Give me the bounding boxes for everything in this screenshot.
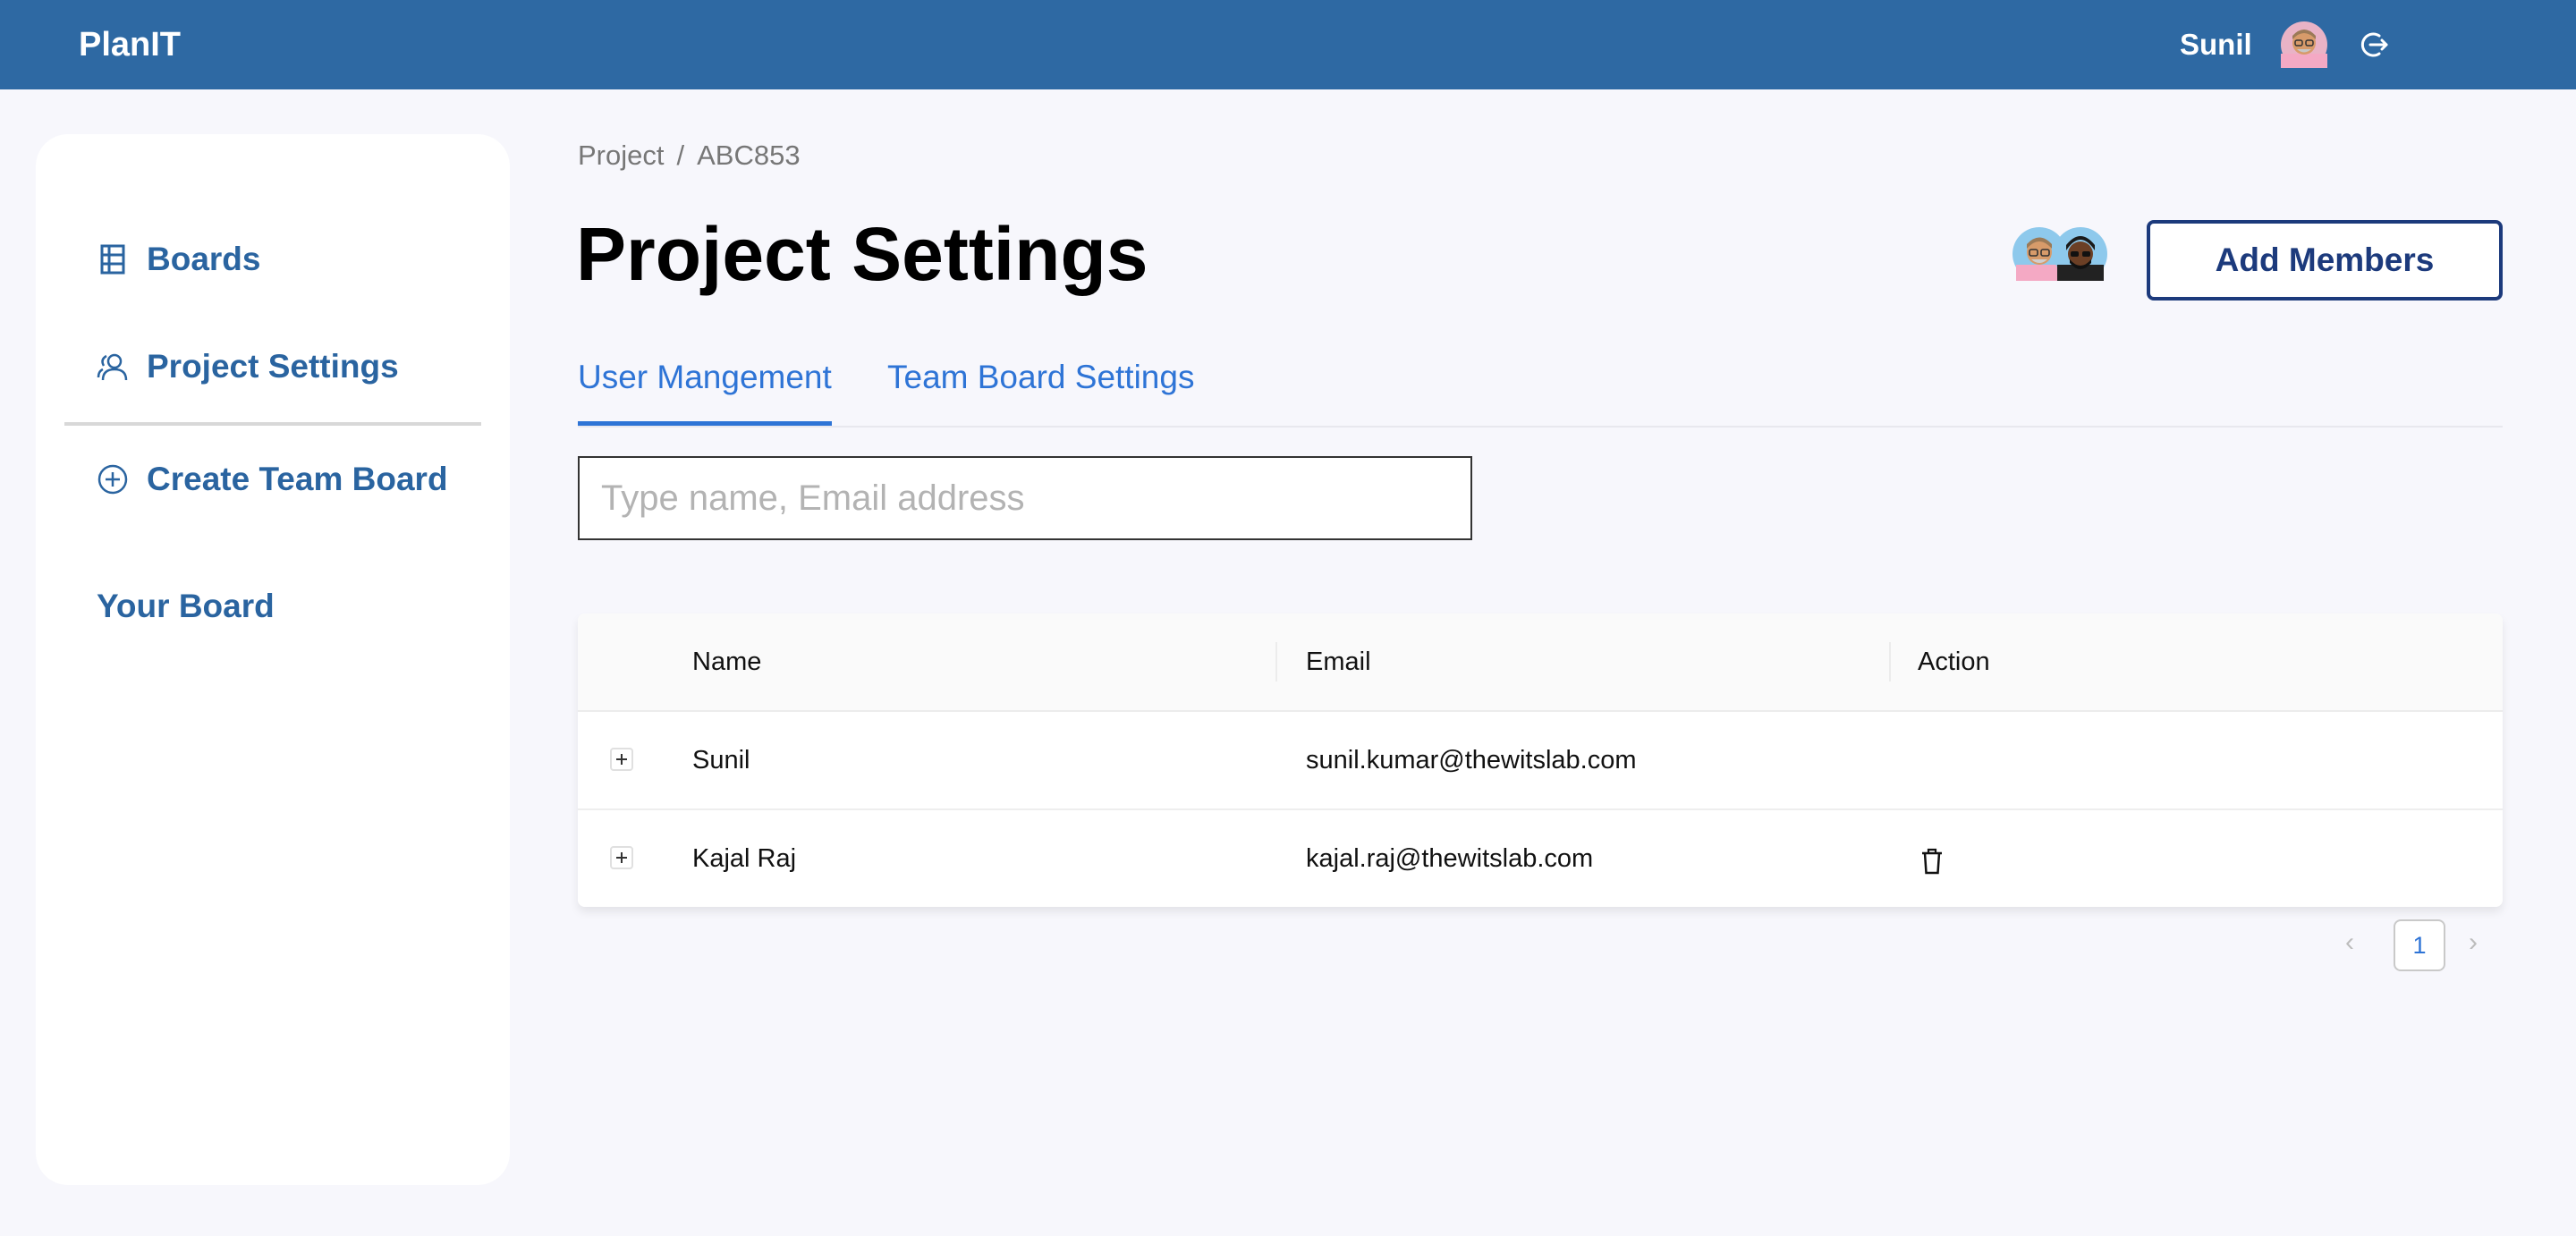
- member-search-input[interactable]: [578, 456, 1472, 540]
- pagination-page-button[interactable]: 1: [2394, 919, 2445, 971]
- table-row: Kajal Raj kajal.raj@thewitslab.com: [578, 810, 2503, 907]
- add-members-button[interactable]: Add Members: [2147, 220, 2503, 301]
- settings-tabs: User Mangement Team Board Settings: [578, 349, 2503, 428]
- table-row: Sunil sunil.kumar@thewitslab.com: [578, 712, 2503, 810]
- sidebar-section-your-board: Your Board: [97, 588, 275, 624]
- column-divider: [1889, 642, 1891, 681]
- member-name: Sunil: [692, 746, 750, 775]
- member-email: kajal.raj@thewitslab.com: [1306, 844, 1594, 873]
- table-header: Name Email Action: [578, 614, 2503, 712]
- app-logo[interactable]: PlanIT: [79, 21, 181, 68]
- page-title: Project Settings: [576, 212, 1148, 296]
- column-header-email: Email: [1306, 648, 1371, 676]
- breadcrumb: Project / ABC853: [578, 136, 801, 175]
- current-user-name: Sunil: [2180, 28, 2252, 61]
- column-divider: [1275, 642, 1277, 681]
- tab-user-management[interactable]: User Mangement: [578, 349, 832, 426]
- members-table: Name Email Action Sunil sunil.kumar@thew…: [578, 614, 2503, 907]
- member-avatar: [2054, 227, 2107, 281]
- member-name: Kajal Raj: [692, 844, 797, 873]
- top-bar: PlanIT Sunil: [0, 0, 2576, 89]
- board-grid-icon: [100, 244, 125, 275]
- sidebar-item-project-settings[interactable]: Project Settings: [97, 342, 399, 392]
- column-header-name: Name: [692, 648, 762, 676]
- plus-circle-icon: [97, 464, 128, 495]
- expand-row-icon[interactable]: [610, 846, 633, 869]
- sidebar-item-create-team-board[interactable]: Create Team Board: [97, 454, 448, 504]
- sidebar-item-boards[interactable]: Boards: [97, 234, 260, 284]
- column-header-action: Action: [1918, 648, 1990, 676]
- breadcrumb-separator: /: [676, 140, 685, 171]
- project-members-avatars[interactable]: [2012, 227, 2111, 284]
- breadcrumb-root[interactable]: Project: [578, 140, 664, 171]
- expand-row-icon[interactable]: [610, 748, 633, 771]
- member-email: sunil.kumar@thewitslab.com: [1306, 746, 1637, 775]
- user-avatar[interactable]: [2281, 21, 2327, 68]
- breadcrumb-current: ABC853: [697, 140, 801, 171]
- users-icon: [97, 353, 128, 381]
- tab-team-board-settings[interactable]: Team Board Settings: [887, 349, 1194, 424]
- sidebar-item-label: Create Team Board: [147, 461, 448, 497]
- sidebar-divider: [64, 422, 481, 426]
- pagination-next-icon[interactable]: ›: [2460, 927, 2487, 959]
- sidebar-item-label: Project Settings: [147, 348, 399, 385]
- logout-icon[interactable]: [2358, 29, 2390, 61]
- sidebar: Boards Project Settings Create Team Boar…: [36, 134, 510, 1185]
- sidebar-item-label: Boards: [147, 241, 261, 277]
- delete-icon[interactable]: [1919, 848, 1945, 875]
- pagination-prev-icon[interactable]: ‹: [2336, 927, 2363, 959]
